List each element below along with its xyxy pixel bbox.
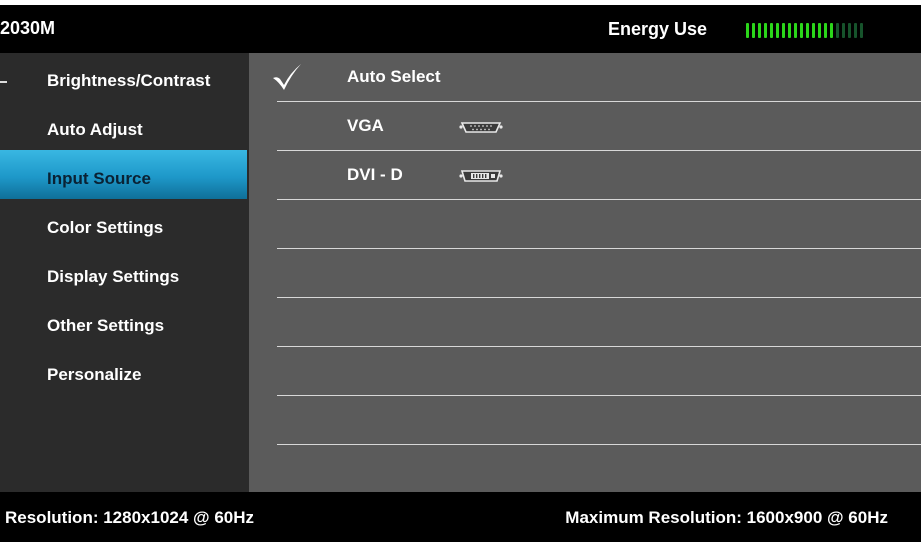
maximum-resolution: Maximum Resolution: 1600x900 @ 60Hz [565, 508, 888, 527]
option-label: DVI - D [347, 165, 403, 184]
menu-item-label: Color Settings [47, 218, 164, 237]
empty-row [249, 249, 921, 298]
menu-item-label: Display Settings [47, 267, 180, 286]
energy-meter-segment [824, 23, 827, 38]
energy-meter-segment [830, 23, 833, 38]
main-menu: Brightness/Contrast Auto Adjust Input So… [0, 53, 249, 492]
energy-meter-segment [812, 23, 815, 38]
osd-footer: Resolution: 1280x1024 @ 60Hz Maximum Res… [0, 492, 921, 542]
menu-item-color-settings[interactable]: Color Settings [0, 204, 249, 253]
vga-port-icon [459, 122, 503, 133]
energy-meter-segment [848, 23, 851, 38]
option-dvi-d[interactable]: DVI - D [249, 151, 921, 200]
energy-meter-segment [842, 23, 845, 38]
menu-item-display-settings[interactable]: Display Settings [0, 253, 249, 302]
empty-row [249, 347, 921, 396]
menu-item-label: Auto Adjust [47, 120, 143, 139]
empty-row [249, 298, 921, 347]
option-label: VGA [347, 116, 384, 135]
empty-row [249, 396, 921, 445]
energy-meter-segment [836, 23, 839, 38]
menu-item-input-source[interactable]: Input Source [0, 150, 247, 199]
energy-meter-segment [800, 23, 803, 38]
menu-item-label: Input Source [47, 169, 151, 188]
energy-meter-segment [770, 23, 773, 38]
empty-row [249, 200, 921, 249]
menu-item-label: Personalize [47, 365, 142, 384]
energy-use-label: Energy Use [608, 19, 708, 39]
osd-header: 2030M Energy Use [0, 5, 921, 53]
current-resolution: Resolution: 1280x1024 @ 60Hz [5, 508, 255, 527]
energy-meter-segment [794, 23, 797, 38]
row-divider [277, 444, 921, 445]
option-vga[interactable]: VGA [249, 102, 921, 151]
menu-item-auto-adjust[interactable]: Auto Adjust [0, 106, 249, 155]
menu-item-brightness-contrast[interactable]: Brightness/Contrast [0, 57, 249, 106]
menu-item-personalize[interactable]: Personalize [0, 351, 249, 400]
option-auto-select[interactable]: Auto Select [249, 53, 921, 102]
menu-item-other-settings[interactable]: Other Settings [0, 302, 249, 351]
energy-meter-segment [776, 23, 779, 38]
energy-use-meter [746, 23, 863, 38]
menu-item-label: Brightness/Contrast [47, 71, 211, 90]
energy-meter-segment [782, 23, 785, 38]
menu-item-label: Other Settings [47, 316, 165, 335]
menu-marker-icon [0, 81, 7, 83]
energy-meter-segment [818, 23, 821, 38]
option-label: Auto Select [347, 67, 441, 86]
energy-meter-segment [746, 23, 749, 38]
input-source-panel: Auto Select VGA DVI - D [249, 53, 921, 492]
energy-meter-segment [764, 23, 767, 38]
energy-meter-segment [806, 23, 809, 38]
osd-window: 2030M Energy Use Brightness/Contrast Aut… [0, 5, 921, 542]
model-name: 2030M [0, 18, 56, 38]
energy-meter-segment [788, 23, 791, 38]
energy-meter-segment [752, 23, 755, 38]
energy-meter-segment [854, 23, 857, 38]
energy-meter-segment [758, 23, 761, 38]
dvi-port-icon [459, 170, 503, 182]
energy-meter-segment [860, 23, 863, 38]
checkmark-icon [273, 64, 301, 90]
